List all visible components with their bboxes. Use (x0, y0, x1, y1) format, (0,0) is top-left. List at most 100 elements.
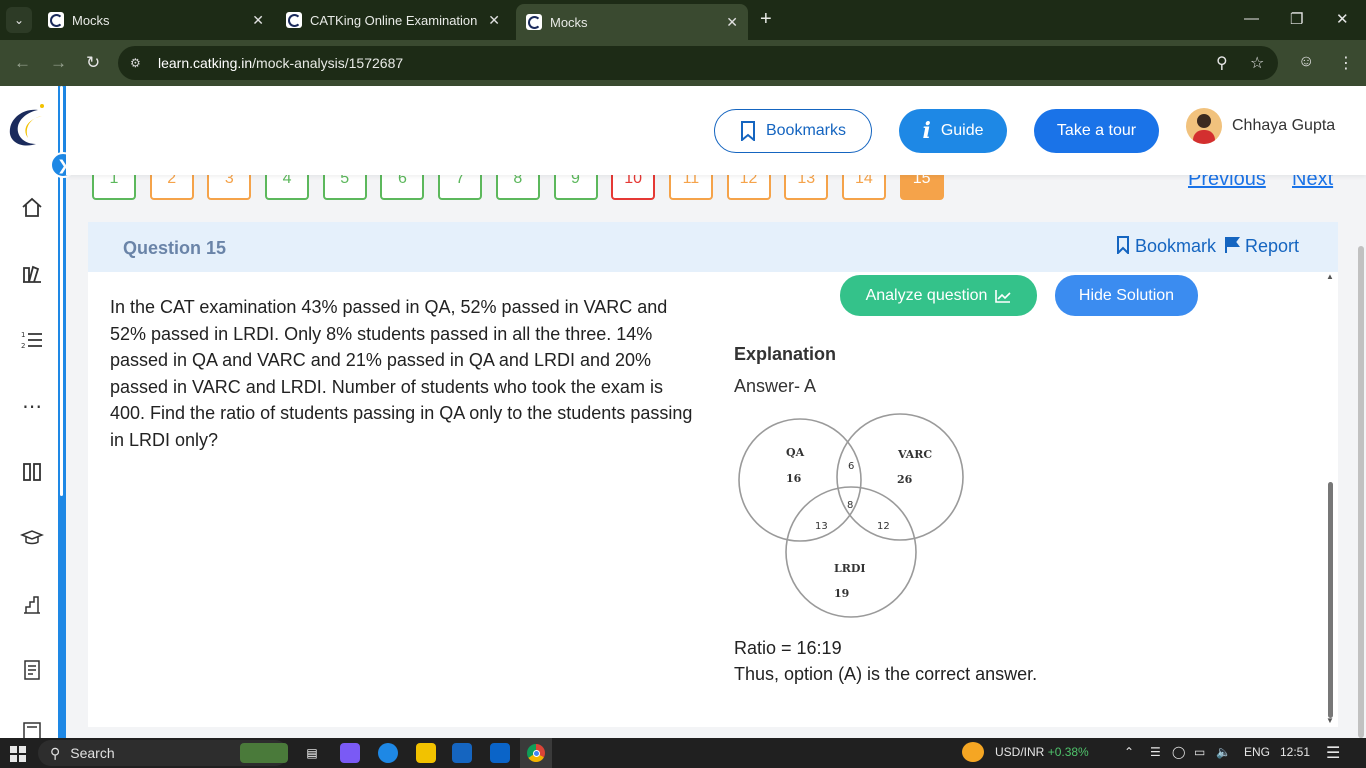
zoom-icon[interactable]: ⚲ (1216, 53, 1228, 73)
venn-value-qa-varc: 6 (848, 461, 854, 472)
url-text: learn.catking.in/mock-analysis/1572687 (158, 55, 404, 71)
address-bar[interactable]: ⚙ learn.catking.in/mock-analysis/1572687 (118, 46, 1278, 80)
catking-favicon-icon (286, 12, 302, 28)
reload-icon[interactable]: ↻ (86, 53, 100, 73)
menu-kebab-icon[interactable]: ⋮ (1338, 53, 1354, 73)
hide-solution-label: Hide Solution (1078, 286, 1175, 304)
search-label: Search (70, 745, 115, 761)
venn-value-qa-only: 16 (786, 472, 802, 485)
scroll-down-arrow-icon[interactable]: ▼ (1326, 716, 1334, 725)
bookmark-question-button[interactable]: Bookmark (1116, 236, 1216, 257)
notifications-icon[interactable]: ☰ (1326, 743, 1340, 763)
question-body: In the CAT examination 43% passed in QA,… (88, 272, 1338, 727)
close-tab-icon[interactable]: ✕ (252, 12, 264, 29)
avatar (1186, 108, 1222, 144)
browser-tab-bar: ⌄ Mocks ✕ CATKing Online Examination Pl … (0, 0, 1366, 40)
document-icon[interactable] (18, 718, 46, 738)
edge-browser-icon[interactable] (378, 743, 398, 763)
news-widget-icon[interactable] (240, 743, 288, 763)
forward-icon[interactable]: → (50, 53, 67, 73)
scroll-up-arrow-icon[interactable]: ▲ (1326, 272, 1334, 281)
windows-start-icon[interactable] (10, 746, 26, 762)
chrome-icon (527, 744, 545, 762)
venn-value-lrdi-only: 19 (834, 587, 849, 600)
search-icon: ⚲ (50, 744, 61, 761)
user-profile[interactable]: Chhaya Gupta (1186, 108, 1335, 144)
report-card-icon[interactable] (18, 656, 46, 684)
battery-saver-icon[interactable]: ◯ (1172, 745, 1185, 759)
page-header: Bookmarks i Guide Take a tour Chhaya Gup… (66, 86, 1366, 175)
clock[interactable]: 12:51 (1280, 745, 1310, 759)
explanation-title: Explanation (734, 344, 837, 364)
info-i-icon: i (922, 118, 931, 144)
more-dots-icon[interactable]: ⋯ (18, 392, 46, 420)
browser-tab-2[interactable]: CATKing Online Examination Pl ✕ (286, 6, 500, 34)
conclusion-text: Thus, option (A) is the correct answer. (734, 664, 1038, 684)
solution-scrollbar-thumb[interactable] (1328, 482, 1333, 718)
bookmark-label: Bookmark (1135, 236, 1217, 256)
windows-taskbar: ⚲ Search ▤ USD/INR +0.38% ⌃ ☰ ◯ ▭ 🔈 ENG … (0, 738, 1366, 768)
volume-icon[interactable]: 🔈 (1216, 745, 1231, 759)
browser-tab-3-active[interactable]: Mocks ✕ (516, 4, 748, 40)
graduation-cap-icon[interactable] (18, 524, 46, 552)
close-window-icon[interactable]: ✕ (1336, 10, 1349, 28)
numbered-list-icon[interactable]: 12 (18, 326, 46, 354)
profile-icon[interactable]: ☺ (1298, 53, 1314, 71)
venn-value-qa-lrdi: 13 (815, 521, 828, 532)
restore-icon[interactable]: ❐ (1290, 10, 1303, 28)
tour-label: Take a tour (1056, 122, 1137, 139)
back-icon[interactable]: ← (14, 53, 31, 73)
wifi-icon[interactable]: ☰ (1150, 745, 1161, 759)
report-label: Report (1245, 236, 1300, 256)
outlook-icon[interactable] (490, 743, 510, 763)
sidebar-scrollbar[interactable] (60, 86, 63, 496)
analyze-question-button[interactable]: Analyze question (840, 275, 1037, 316)
new-tab-icon[interactable]: + (760, 9, 772, 29)
site-settings-icon[interactable]: ⚙ (130, 56, 146, 70)
question-text: In the CAT examination 43% passed in QA,… (110, 297, 693, 450)
venn-value-varc-only: 26 (897, 473, 913, 486)
home-icon[interactable] (18, 194, 46, 222)
catking-favicon-icon (48, 12, 64, 28)
chrome-taskbar-button[interactable] (520, 738, 552, 768)
venn-diagram: QA 16 VARC 26 LRDI 19 6 8 13 12 (738, 413, 964, 618)
ladder-climb-icon[interactable] (18, 590, 46, 618)
minimize-icon[interactable]: — (1244, 10, 1259, 27)
browser-tab-1[interactable]: Mocks ✕ (48, 6, 264, 34)
bookmarks-button[interactable]: Bookmarks (714, 109, 872, 153)
battery-icon[interactable]: ▭ (1194, 745, 1205, 759)
close-tab-icon[interactable]: ✕ (726, 14, 738, 31)
task-view-icon[interactable]: ▤ (302, 743, 322, 763)
tray-chevron-up-icon[interactable]: ⌃ (1124, 745, 1134, 759)
browser-toolbar: ← → ↻ ⚙ learn.catking.in/mock-analysis/1… (0, 40, 1366, 86)
books-icon[interactable] (18, 260, 46, 288)
copilot-icon[interactable] (340, 743, 360, 763)
take-a-tour-button[interactable]: Take a tour (1034, 109, 1159, 153)
question-title: Question 15 (123, 238, 227, 258)
bookmark-star-icon[interactable]: ☆ (1250, 53, 1264, 73)
tab-search-button[interactable]: ⌄ (6, 7, 32, 33)
chevron-down-icon: ⌄ (13, 13, 25, 27)
tab-title: Mocks (550, 14, 588, 30)
answer-text: Answer- A (734, 376, 817, 396)
ticker-symbol: USD/INR (995, 745, 1045, 759)
tab-title: CATKing Online Examination Pl (310, 12, 480, 28)
bookmark-outline-icon (1117, 236, 1129, 256)
flag-icon (1225, 237, 1240, 253)
file-explorer-icon[interactable] (416, 743, 436, 763)
language-indicator[interactable]: ENG (1244, 745, 1270, 759)
line-chart-icon (995, 289, 1011, 303)
hide-solution-button[interactable]: Hide Solution (1055, 275, 1198, 316)
close-tab-icon[interactable]: ✕ (488, 12, 500, 29)
venn-label-qa: QA (786, 446, 805, 459)
catking-logo-icon[interactable] (4, 100, 48, 150)
venn-value-varc-lrdi: 12 (877, 521, 890, 532)
store-icon[interactable] (452, 743, 472, 763)
report-question-button[interactable]: Report (1224, 236, 1299, 257)
ticker-widget[interactable]: USD/INR +0.38% (995, 745, 1089, 759)
tab-title: Mocks (72, 12, 110, 28)
guide-button[interactable]: i Guide (899, 109, 1007, 153)
page-scrollbar[interactable] (1358, 246, 1364, 738)
columns-icon[interactable] (18, 458, 46, 486)
user-name: Chhaya Gupta (1232, 117, 1336, 134)
